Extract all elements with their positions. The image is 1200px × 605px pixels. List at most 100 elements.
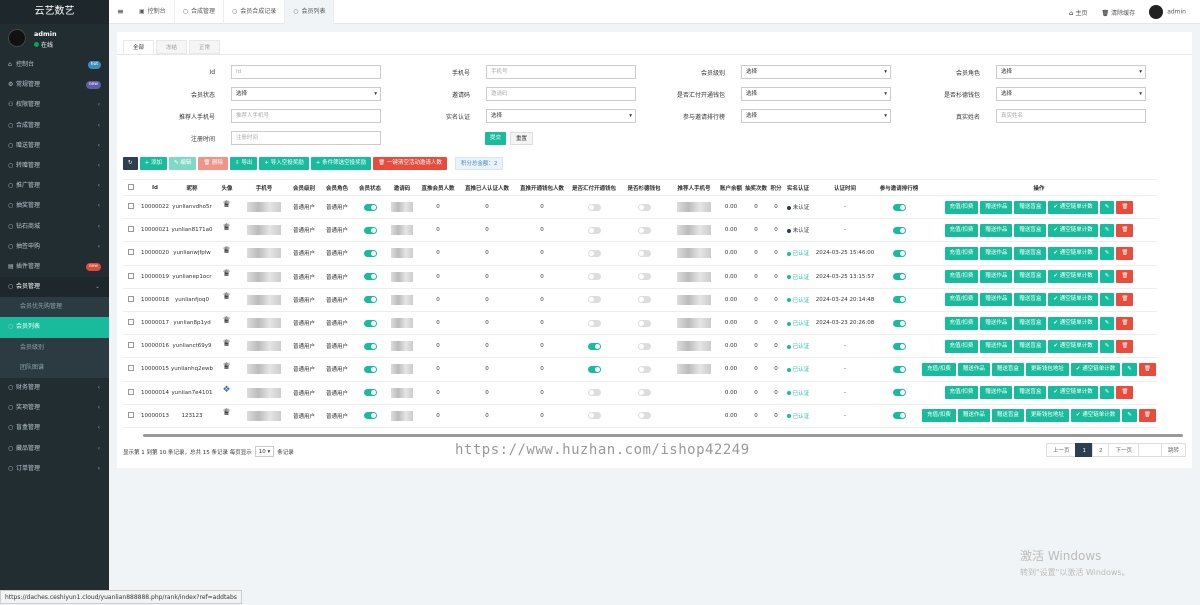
row-checkbox[interactable] xyxy=(128,272,134,279)
huifu-wallet-toggle[interactable] xyxy=(587,342,601,350)
delete-row-icon[interactable]: 🗑 xyxy=(1116,223,1134,237)
submit-button[interactable]: 提交 xyxy=(485,131,507,145)
action-button[interactable]: 更新钱包地址 xyxy=(1025,409,1069,423)
filter-tab[interactable]: 正常 xyxy=(189,40,221,54)
edit-button[interactable]: ✎ 编辑 xyxy=(168,157,197,170)
action-button[interactable]: ✔ 通空链单计数 xyxy=(1048,293,1098,307)
action-button[interactable]: 赠送作品 xyxy=(980,246,1013,260)
action-button[interactable]: 充值/扣费 xyxy=(944,246,979,260)
table-row[interactable]: 10000018yunlianfjoq0普通用户普通用户0000.0000已认证… xyxy=(123,288,1157,312)
action-button[interactable]: ✔ 通空链单计数 xyxy=(1048,223,1098,237)
action-button[interactable]: 充值/扣费 xyxy=(922,409,956,423)
delete-row-icon[interactable]: 🗑 xyxy=(1138,409,1156,423)
nav-tab[interactable]: ○ 合成管理 xyxy=(175,0,224,24)
filter-select[interactable]: 选择 xyxy=(741,87,891,101)
action-button[interactable]: 充值/扣费 xyxy=(944,270,979,284)
rank-toggle[interactable] xyxy=(892,412,906,420)
row-checkbox[interactable] xyxy=(128,365,134,372)
action-button[interactable]: ✔ 通空链单计数 xyxy=(1048,386,1098,400)
nav-tab[interactable]: ▣ 控制台 xyxy=(131,0,175,24)
table-row[interactable]: 10000019yunlianep1ocr普通用户普通用户0000.0000已认… xyxy=(123,265,1157,289)
sand-wallet-toggle[interactable] xyxy=(637,342,651,350)
action-button[interactable]: 赠送作品 xyxy=(980,223,1013,237)
sidebar-item[interactable]: ○ 转赠管理 ‹ xyxy=(0,156,109,176)
page-2-button[interactable]: 2 xyxy=(1091,443,1110,457)
export-button[interactable]: ⇩ 导出 xyxy=(230,157,258,170)
action-button[interactable]: 赠送作品 xyxy=(980,339,1013,353)
edit-row-icon[interactable]: ✎ xyxy=(1099,200,1115,214)
sand-wallet-toggle[interactable] xyxy=(637,319,651,327)
action-button[interactable]: 充值/扣费 xyxy=(944,386,979,400)
action-button[interactable]: 赠送盲盒 xyxy=(991,362,1024,376)
reset-button[interactable]: 重置 xyxy=(510,131,534,145)
action-button[interactable]: ✔ 通空链单计数 xyxy=(1048,246,1098,260)
action-button[interactable]: 赠送盲盒 xyxy=(1014,270,1047,284)
action-button[interactable]: ✔ 通空链单计数 xyxy=(1048,200,1098,214)
edit-row-icon[interactable]: ✎ xyxy=(1099,339,1115,353)
horizontal-scrollbar[interactable] xyxy=(129,433,1192,438)
sand-wallet-toggle[interactable] xyxy=(637,412,651,420)
action-button[interactable]: ✔ 通空链单计数 xyxy=(1048,339,1098,353)
filter-input[interactable]: 手机号 xyxy=(486,65,636,79)
jump-button[interactable]: 跳转 xyxy=(1160,443,1186,457)
delete-row-icon[interactable]: 🗑 xyxy=(1116,270,1134,284)
huifu-wallet-toggle[interactable] xyxy=(587,203,601,211)
action-button[interactable]: 赠送盲盒 xyxy=(1014,386,1047,400)
status-toggle[interactable] xyxy=(363,296,377,304)
rank-toggle[interactable] xyxy=(892,226,906,234)
filter-input[interactable]: 注册时间 xyxy=(231,131,381,145)
menu-toggle-icon[interactable]: ≡ xyxy=(117,7,124,16)
rank-toggle[interactable] xyxy=(892,319,906,327)
action-button[interactable]: 赠送盲盒 xyxy=(1014,200,1047,214)
status-toggle[interactable] xyxy=(363,319,377,327)
row-checkbox[interactable] xyxy=(128,226,134,233)
table-row[interactable]: 10000013123123普通用户普通用户0000.0000已认证-充值/扣费… xyxy=(123,404,1157,428)
action-button[interactable]: 赠送盲盒 xyxy=(1014,339,1047,353)
app-logo[interactable]: 云艺数艺 xyxy=(0,0,109,24)
filter-input[interactable]: 真实姓名 xyxy=(996,109,1146,123)
row-checkbox[interactable] xyxy=(128,203,134,210)
edit-row-icon[interactable]: ✎ xyxy=(1099,316,1115,330)
sidebar-item[interactable]: ⚙ 常规管理 new xyxy=(0,75,109,95)
sidebar-item[interactable]: ○ 奖项管理 ‹ xyxy=(0,398,109,418)
sidebar-item[interactable]: ○ 财务管理 ‹ xyxy=(0,378,109,398)
filter-reward-button[interactable]: + 条件筛选空投奖励 xyxy=(310,157,372,170)
huifu-wallet-toggle[interactable] xyxy=(587,273,601,281)
sidebar-item[interactable]: 会员级别 xyxy=(0,337,109,358)
sidebar-item[interactable]: ○ 藏品管理 ‹ xyxy=(0,439,109,459)
sidebar-item[interactable]: ○ 会员列表 xyxy=(0,317,109,338)
action-button[interactable]: 赠送作品 xyxy=(980,293,1013,307)
sidebar-item[interactable]: ○ 会员管理 ⌄ xyxy=(0,277,109,298)
table-row[interactable]: 10000021yunlian8171a0普通用户普通用户0000.0000未认… xyxy=(123,218,1157,243)
sidebar-item[interactable]: ○ 赠送管理 ‹ xyxy=(0,136,109,156)
filter-tab[interactable]: 冻结 xyxy=(156,40,188,54)
sidebar-item[interactable]: ○ 推广管理 ‹ xyxy=(0,176,109,196)
delete-row-icon[interactable]: 🗑 xyxy=(1116,339,1134,353)
huifu-wallet-toggle[interactable] xyxy=(587,365,601,373)
edit-row-icon[interactable]: ✎ xyxy=(1122,362,1137,376)
huifu-wallet-toggle[interactable] xyxy=(587,296,601,304)
action-button[interactable]: 赠送作品 xyxy=(980,270,1013,284)
rank-toggle[interactable] xyxy=(892,203,906,211)
rank-toggle[interactable] xyxy=(892,296,906,304)
action-button[interactable]: 充值/扣费 xyxy=(944,293,979,307)
refresh-button[interactable]: ↻ xyxy=(123,157,138,170)
status-toggle[interactable] xyxy=(363,249,377,257)
sidebar-item[interactable]: ▤ 插件管理 new xyxy=(0,257,109,277)
sand-wallet-toggle[interactable] xyxy=(637,249,651,257)
table-row[interactable]: 10000015yunlianhq2ewb普通用户普通用户0000.0000已认… xyxy=(123,357,1157,382)
sidebar-item[interactable]: ○ 合成管理 ‹ xyxy=(0,116,109,136)
action-button[interactable]: 充值/扣费 xyxy=(944,339,979,353)
action-button[interactable]: 充值/扣费 xyxy=(922,362,956,376)
rank-toggle[interactable] xyxy=(892,249,906,257)
filter-select[interactable]: 选择 xyxy=(741,65,891,79)
row-checkbox[interactable] xyxy=(128,342,134,349)
filter-select[interactable]: 选择 xyxy=(996,87,1146,101)
page-1-button[interactable]: 1 xyxy=(1075,443,1093,457)
sand-wallet-toggle[interactable] xyxy=(637,365,651,373)
table-row[interactable]: 10000014yunlian7e4101普通用户普通用户0000.0000已认… xyxy=(123,381,1157,405)
delete-button[interactable]: 🗑 删除 xyxy=(198,157,229,170)
delete-row-icon[interactable]: 🗑 xyxy=(1116,246,1134,260)
page-size-select[interactable]: 10 ▾ xyxy=(254,446,275,457)
table-row[interactable]: 10000020yunlianwjfplw普通用户普通用户0000.0000已认… xyxy=(123,241,1157,266)
